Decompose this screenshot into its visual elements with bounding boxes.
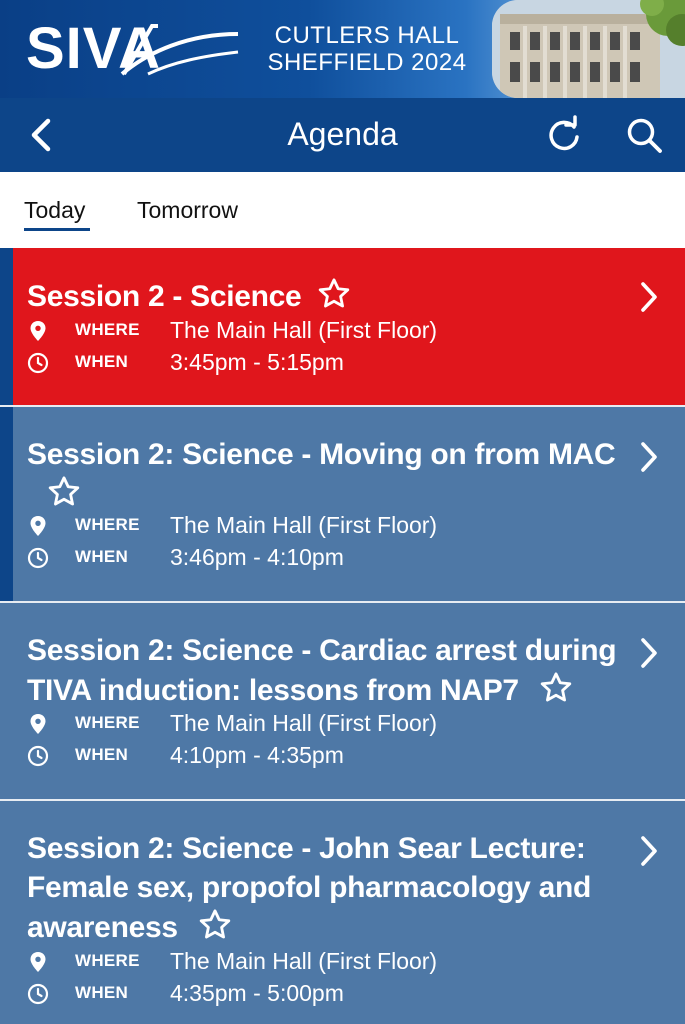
session-title: Session 2 - Science — [27, 276, 627, 316]
where-label: WHERE — [75, 713, 140, 732]
building-illustration — [492, 0, 685, 98]
session-when-row: WHEN 4:35pm - 5:00pm — [27, 979, 627, 1009]
when-label: WHEN — [75, 352, 129, 371]
favorite-star-icon[interactable] — [196, 907, 234, 943]
when-label: WHEN — [75, 745, 129, 764]
favorite-star-icon[interactable] — [315, 276, 353, 312]
venue-line-2: SHEFFIELD 2024 — [267, 49, 467, 76]
session-title-text: Session 2: Science - John Sear Lecture: … — [27, 832, 592, 944]
session-location: The Main Hall (First Floor) — [170, 317, 438, 343]
location-pin-icon — [30, 952, 46, 972]
session-item[interactable]: Session 2: Science - Cardiac arrest duri… — [0, 603, 685, 799]
venue-line-1: CUTLERS HALL — [274, 22, 460, 49]
session-where-row: WHERE The Main Hall (First Floor) — [27, 511, 627, 541]
location-pin-icon — [30, 714, 46, 734]
where-label: WHERE — [75, 951, 140, 970]
refresh-icon — [549, 115, 579, 151]
session-title: Session 2: Science - Cardiac arrest duri… — [27, 631, 627, 710]
clock-icon — [27, 352, 49, 374]
session-location: The Main Hall (First Floor) — [170, 710, 438, 736]
day-tabs: Today Tomorrow — [0, 172, 685, 248]
session-time: 4:35pm - 5:00pm — [170, 980, 344, 1006]
session-when-row: WHEN 3:45pm - 5:15pm — [27, 348, 627, 378]
where-label: WHERE — [75, 515, 140, 534]
session-where-row: WHERE The Main Hall (First Floor) — [27, 947, 627, 977]
session-title: Session 2: Science - John Sear Lecture: … — [27, 829, 627, 947]
search-icon — [627, 118, 662, 153]
chevron-right-icon — [641, 836, 657, 866]
where-label: WHERE — [75, 320, 140, 339]
session-where-row: WHERE The Main Hall (First Floor) — [27, 709, 627, 739]
location-pin-icon — [30, 516, 46, 536]
session-item[interactable]: Session 2: Science - John Sear Lecture: … — [0, 801, 685, 1024]
search-button[interactable] — [624, 115, 664, 155]
session-when-row: WHEN 3:46pm - 4:10pm — [27, 543, 627, 573]
session-accent-bar — [0, 407, 13, 601]
session-time: 4:10pm - 4:35pm — [170, 742, 344, 768]
session-title-text: Session 2: Science - Moving on from MAC — [27, 438, 616, 471]
when-label: WHEN — [75, 983, 129, 1002]
session-location: The Main Hall (First Floor) — [170, 512, 438, 538]
refresh-button[interactable] — [544, 115, 584, 155]
logo-swoosh-icon — [120, 24, 239, 76]
session-time: 3:46pm - 4:10pm — [170, 544, 344, 570]
when-label: WHEN — [75, 547, 129, 566]
active-tab-indicator — [24, 228, 90, 231]
session-where-row: WHERE The Main Hall (First Floor) — [27, 316, 627, 346]
venue-text: CUTLERS HALL SHEFFIELD 2024 — [262, 22, 472, 76]
session-item[interactable]: Session 2 - Science WHERE The Main Hall … — [0, 248, 685, 405]
session-title: Session 2: Science - Moving on from MAC — [27, 435, 627, 514]
chevron-right-icon — [641, 282, 657, 312]
session-item[interactable]: Session 2: Science - Moving on from MAC … — [0, 407, 685, 601]
event-banner: SIVA CUTLERS HALL SHEFFIELD 2024 — [0, 0, 685, 98]
location-pin-icon — [30, 321, 46, 341]
clock-icon — [27, 547, 49, 569]
session-accent-bar — [0, 248, 13, 405]
tab-today[interactable]: Today — [24, 196, 85, 224]
session-when-row: WHEN 4:10pm - 4:35pm — [27, 741, 627, 771]
session-title-text: Session 2 - Science — [27, 280, 302, 313]
session-time: 3:45pm - 5:15pm — [170, 349, 344, 375]
tab-tomorrow[interactable]: Tomorrow — [137, 196, 238, 224]
clock-icon — [27, 983, 49, 1005]
cutlers-hall-photo — [492, 0, 685, 98]
chevron-right-icon — [641, 638, 657, 668]
session-title-text: Session 2: Science - Cardiac arrest duri… — [27, 634, 617, 707]
clock-icon — [27, 745, 49, 767]
chevron-right-icon — [641, 442, 657, 472]
favorite-star-icon[interactable] — [537, 670, 575, 706]
favorite-star-icon[interactable] — [45, 474, 83, 510]
session-location: The Main Hall (First Floor) — [170, 948, 438, 974]
app-header: Agenda — [0, 98, 685, 172]
